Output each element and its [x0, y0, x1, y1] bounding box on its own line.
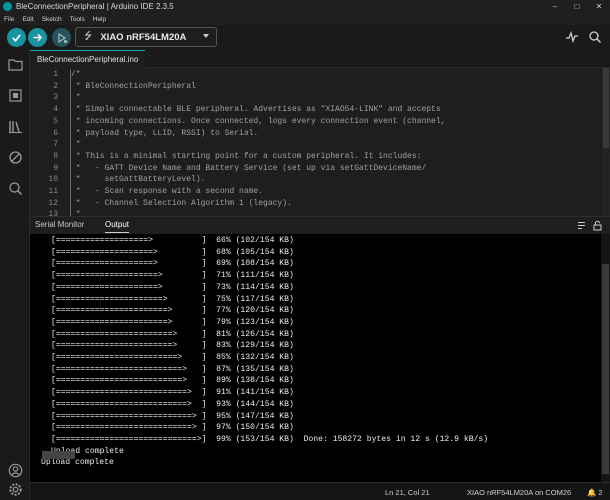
account-button[interactable] — [7, 462, 23, 478]
usb-icon: ⭍ — [84, 30, 93, 42]
output-line: [==========================> ] 89% (138/… — [51, 376, 294, 386]
output-line: [====================> ] 69% (108/154 KB… — [51, 259, 294, 269]
folder-icon — [7, 58, 23, 71]
board-icon — [8, 88, 22, 102]
code-line: 2 * BleConnectionPeripheral — [53, 80, 196, 93]
gear-icon — [8, 482, 22, 496]
library-manager-button[interactable] — [7, 118, 23, 134]
unlock-scroll-button[interactable] — [592, 220, 603, 231]
code-line: 8 * This is a minimal starting point for… — [53, 150, 422, 163]
output-line: [=====================> ] 73% (114/154 K… — [51, 282, 294, 292]
lock-icon — [593, 220, 602, 231]
arduino-app-icon — [3, 2, 12, 11]
editor-scrollbar[interactable] — [602, 68, 610, 216]
code-line: 13 * — [30, 209, 602, 216]
window-titlebar: BleConnectionPeripheral | Arduino IDE 2.… — [0, 0, 610, 13]
board-selector[interactable]: ⭍ XIAO nRF54LM20A — [75, 27, 217, 47]
tab-output[interactable]: Output — [105, 220, 130, 233]
search-button[interactable] — [7, 180, 23, 196]
debug-button[interactable] — [52, 28, 71, 47]
cursor-position[interactable]: Ln 21, Col 21 — [385, 488, 430, 497]
output-line: [=============================>] 99% (15… — [51, 434, 489, 444]
menu-file[interactable]: File — [4, 16, 14, 23]
code-line: 11 * - Scan response with a second name. — [48, 186, 264, 198]
output-line: [=====================> ] 71% (111/154 K… — [51, 271, 294, 281]
output-line: [============================> ] 97% (15… — [51, 423, 294, 433]
code-editor[interactable]: 1/* 2 * BleConnectionPeripheral 3 * 4 * … — [30, 68, 610, 216]
output-line: [=======================> ] 79% (123/154… — [51, 317, 294, 327]
window-controls: – □ ✕ — [544, 0, 610, 13]
serial-plotter-button[interactable] — [565, 30, 579, 44]
plotter-icon — [566, 30, 578, 44]
settings-button[interactable] — [7, 481, 23, 497]
search-icon — [8, 181, 22, 195]
lock-scroll-button[interactable] — [576, 220, 587, 231]
output-final-line: Upload complete — [41, 458, 114, 468]
tab-label: BleConnectionPeripheral.ino — [37, 55, 139, 64]
maximize-button[interactable]: □ — [566, 0, 588, 13]
clear-output-icon — [578, 222, 585, 229]
no-entry-icon — [8, 150, 22, 164]
output-line: [===================> ] 66% (102/154 KB) — [51, 236, 294, 245]
menu-help[interactable]: Help — [93, 16, 106, 23]
output-hscroll-thumb[interactable] — [42, 451, 75, 459]
output-line: [=========================> ] 85% (132/1… — [51, 353, 294, 362]
debug-view-button[interactable] — [7, 149, 23, 165]
editor-tabbar: BleConnectionPeripheral.ino — [30, 50, 610, 68]
upload-button[interactable] — [28, 28, 47, 47]
minimize-button[interactable]: – — [544, 0, 566, 13]
toolbar: ⭍ XIAO nRF54LM20A — [0, 25, 610, 50]
tab-serial-monitor[interactable]: Serial Monitor — [35, 220, 84, 229]
verify-button[interactable] — [7, 28, 26, 47]
code-line: 3 * — [53, 92, 81, 105]
sketchbook-button[interactable] — [7, 56, 23, 72]
board-name: XIAO nRF54LM20A — [100, 31, 187, 43]
library-icon — [8, 120, 22, 133]
serial-monitor-button[interactable] — [588, 30, 602, 44]
code-line: 10 * setGattBatteryLevel). — [48, 174, 206, 187]
output-line: [=======================> ] 77% (120/154… — [51, 306, 294, 316]
chevron-down-icon — [203, 34, 209, 38]
window-title: BleConnectionPeripheral | Arduino IDE 2.… — [16, 2, 174, 11]
menu-edit[interactable]: Edit — [22, 16, 33, 23]
menu-tools[interactable]: Tools — [70, 16, 85, 23]
boards-manager-button[interactable] — [7, 87, 23, 103]
scrollbar-thumb[interactable] — [603, 68, 609, 148]
menu-sketch[interactable]: Sketch — [42, 16, 62, 23]
account-icon — [8, 463, 22, 477]
board-port-status[interactable]: XIAO nRF54LM20A on COM26 — [467, 488, 571, 497]
code-line: 5 * incoming connections. Once connected… — [53, 115, 446, 128]
output-line: [========================> ] 81% (126/15… — [51, 329, 294, 339]
notifications-bell[interactable]: 🔔 2 — [587, 488, 603, 497]
magnifier-icon — [589, 31, 602, 44]
output-line: [===========================> ] 93% (144… — [51, 399, 294, 409]
output-line: [====================> ] 68% (105/154 KB… — [51, 247, 294, 257]
code-line: 12 * - Channel Selection Algorithm 1 (le… — [48, 197, 292, 210]
panel-tabbar: Serial Monitor Output — [30, 216, 610, 234]
scrollbar-thumb[interactable] — [602, 264, 609, 474]
output-line: [==========================> ] 87% (135/… — [51, 364, 294, 374]
output-console[interactable]: [===================> ] 66% (102/154 KB)… — [30, 234, 610, 482]
code-line: 7 * — [53, 139, 81, 152]
output-scrollbar[interactable] — [601, 234, 610, 482]
status-bar: Ln 21, Col 21 XIAO nRF54LM20A on COM26 🔔… — [30, 482, 610, 500]
close-button[interactable]: ✕ — [588, 0, 610, 13]
code-line: 9 * - GATT Device Name and Battery Servi… — [53, 162, 427, 175]
tab-sketch-file[interactable]: BleConnectionPeripheral.ino — [30, 50, 146, 68]
code-line: 4 * Simple connectable BLE peripheral. A… — [53, 104, 441, 117]
code-line: 1/* — [53, 69, 81, 81]
code-line: 6 * payload type, LLID, RSSI) to Serial. — [53, 127, 259, 140]
check-icon — [12, 34, 21, 42]
output-line: [======================> ] 75% (117/154 … — [51, 294, 294, 304]
activity-bar — [0, 50, 30, 500]
output-line: [===========================> ] 91% (141… — [51, 388, 294, 398]
arrow-right-icon — [33, 33, 43, 42]
output-line: [============================> ] 95% (14… — [51, 411, 294, 421]
output-line: [========================> ] 83% (129/15… — [51, 341, 294, 351]
menu-bar: File Edit Sketch Tools Help — [0, 13, 610, 25]
debug-icon — [57, 32, 67, 43]
